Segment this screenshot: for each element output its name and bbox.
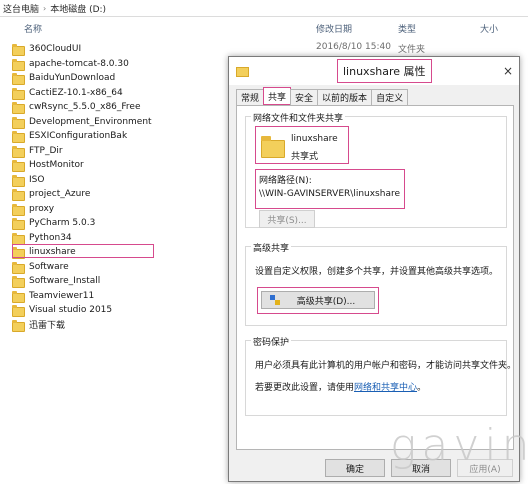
folder-name: FTP_Dir [29, 145, 63, 156]
advanced-share-button-label: 高级共享(D)... [296, 296, 356, 307]
selection-highlight [12, 244, 154, 258]
password-change-suffix: 。 [417, 383, 427, 393]
folder-icon [12, 305, 25, 317]
folder-name: proxy [29, 203, 55, 214]
breadcrumb-root[interactable]: 这台电脑 [3, 2, 39, 15]
folder-icon [12, 174, 25, 187]
tab-customize[interactable]: 自定义 [371, 89, 409, 105]
properties-dialog: linuxshare 属性 × 常规 共享 安全 以前的版本 自定义 网络文件和… [228, 56, 520, 482]
folder-icon [12, 131, 25, 143]
dialog-titlebar[interactable]: linuxshare 属性 × [229, 57, 519, 85]
network-sharing-center-link[interactable]: 网络和共享中心 [354, 383, 417, 393]
folder-name: HostMonitor [29, 160, 84, 170]
network-share-group-label: 网络文件和文件夹共享 [251, 111, 346, 124]
folder-icon [12, 319, 25, 332]
folder-name: PyCharm 5.0.3 [29, 218, 96, 228]
folder-icon [12, 189, 25, 201]
tab-security[interactable]: 安全 [290, 89, 319, 105]
folder-icon [12, 218, 25, 230]
folder-icon [236, 65, 249, 77]
network-path-label: 网络路径(N): [259, 176, 312, 186]
shared-folder-icon [261, 136, 285, 158]
share-status: 共享式 [291, 152, 319, 162]
breadcrumb-drive[interactable]: 本地磁盘 (D:) [50, 2, 106, 15]
folder-icon [12, 73, 25, 85]
tab-strip: 常规 共享 安全 以前的版本 自定义 [236, 87, 409, 105]
advanced-share-button[interactable]: 高级共享(D)... [261, 291, 375, 309]
uac-shield-icon [270, 295, 280, 306]
folder-icon [12, 116, 25, 129]
folder-name: apache-tomcat-8.0.30 [29, 58, 129, 69]
column-header-type[interactable]: 类型 [398, 17, 416, 39]
folder-name: Visual studio 2015 [29, 305, 113, 315]
folder-name: Teamviewer11 [29, 290, 95, 301]
breadcrumb-chevron-icon: › [43, 3, 47, 13]
folder-icon [12, 203, 25, 216]
password-protection-group-label: 密码保护 [251, 335, 292, 348]
breadcrumb: 这台电脑 › 本地磁盘 (D:) [0, 0, 528, 17]
advanced-share-group: 高级共享 [245, 241, 507, 326]
column-header-modified[interactable]: 修改日期 [316, 17, 352, 39]
watermark: gavin [390, 420, 528, 471]
folder-name: project_Azure [29, 189, 91, 199]
folder-icon [12, 145, 25, 158]
folder-icon [12, 102, 25, 114]
folder-icon [12, 58, 25, 71]
folder-icon [12, 44, 25, 56]
folder-name: Development_Environment [29, 116, 152, 127]
folder-name: ISO [29, 174, 45, 185]
folder-icon [12, 290, 25, 303]
folder-name: Software [29, 261, 69, 272]
column-header-name[interactable]: 名称 [24, 17, 42, 39]
folder-name: 360CloudUI [29, 44, 82, 54]
password-change-prefix: 若要更改此设置，请使用 [255, 383, 355, 393]
folder-name: ESXIConfigurationBak [29, 131, 128, 141]
tab-previous-versions[interactable]: 以前的版本 [317, 89, 373, 105]
password-protection-group: 密码保护 [245, 335, 507, 416]
network-path: \\WIN-GAVINSERVER\linuxshare [259, 189, 400, 199]
ok-button[interactable]: 确定 [325, 459, 385, 477]
advanced-share-group-label: 高级共享 [251, 241, 292, 254]
folder-name: Software_Install [29, 276, 101, 286]
close-icon[interactable]: × [503, 64, 513, 78]
folder-name: BaiduYunDownload [29, 73, 116, 83]
folder-icon [12, 261, 25, 274]
folder-name: cwRsync_5.5.0_x86_Free [29, 102, 141, 112]
password-change-text: 若要更改此设置，请使用网络和共享中心。 [255, 380, 426, 393]
folder-name: CactiEZ-10.1-x86_64 [29, 87, 123, 98]
folder-icon [12, 87, 25, 100]
tab-panel: 网络文件和文件夹共享 linuxshare 共享式 网络路径(N): \\WIN… [236, 105, 517, 450]
column-header-size[interactable]: 大小 [480, 17, 498, 39]
folder-icon [12, 232, 25, 245]
folder-row[interactable]: 360CloudUI [12, 42, 452, 56]
dialog-title: linuxshare 属性 [337, 59, 432, 83]
share-button[interactable]: 共享(S)... [259, 210, 315, 228]
folder-name: 迅雷下载 [29, 321, 66, 331]
folder-name: Python34 [29, 232, 72, 243]
share-name: linuxshare [291, 134, 338, 144]
folder-icon [12, 276, 25, 288]
folder-icon [12, 160, 25, 172]
advanced-share-description: 设置自定义权限，创建多个共享，并设置其他高级共享选项。 [255, 267, 499, 277]
tab-sharing[interactable]: 共享 [263, 87, 292, 105]
password-description: 用户必须具有此计算机的用户帐户和密码，才能访问共享文件夹。 [255, 361, 517, 371]
tab-general[interactable]: 常规 [236, 89, 265, 105]
